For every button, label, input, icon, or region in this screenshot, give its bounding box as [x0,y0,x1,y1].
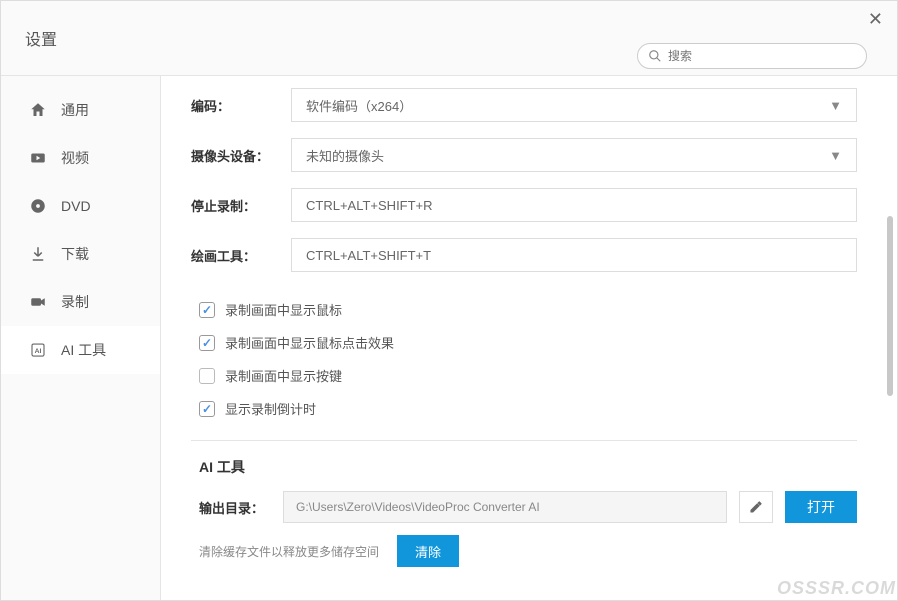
sidebar-item-general[interactable]: 通用 [1,86,160,134]
output-dir-label: 输出目录： [191,498,271,517]
output-dir-path: G:\Users\Zero\Videos\VideoProc Converter… [283,491,727,523]
sidebar-item-label: 下载 [61,244,89,264]
clear-button[interactable]: 清除 [397,535,459,567]
sidebar-item-label: 通用 [61,100,89,120]
sidebar-item-ai-tools[interactable]: AI AI 工具 [1,326,160,374]
camera-dropdown[interactable]: 未知的摄像头 ▼ [291,138,857,172]
camera-value: 未知的摄像头 [306,146,384,165]
search-icon [648,49,662,63]
close-icon[interactable]: ✕ [868,9,883,30]
search-input[interactable] [668,49,856,63]
draw-tool-label: 绘画工具： [191,246,291,265]
chevron-down-icon: ▼ [829,98,842,113]
sidebar-item-download[interactable]: 下载 [1,230,160,278]
chevron-down-icon: ▼ [829,148,842,163]
draw-tool-input[interactable] [291,238,857,272]
checkbox-icon [199,368,215,384]
home-icon [29,101,47,119]
clear-cache-text: 清除缓存文件以释放更多储存空间 [199,543,379,560]
ai-section-title: AI 工具 [191,457,857,477]
check-label: 录制画面中显示鼠标 [225,300,342,319]
pencil-icon [749,500,763,514]
open-button[interactable]: 打开 [785,491,857,523]
encoder-dropdown[interactable]: 软件编码（x264） ▼ [291,88,857,122]
ai-icon: AI [29,341,47,359]
camera-label: 摄像头设备： [191,146,291,165]
encoder-value: 软件编码（x264） [306,96,412,115]
svg-text:AI: AI [35,348,42,355]
check-label: 录制画面中显示按键 [225,366,342,385]
sidebar-item-label: AI 工具 [61,340,106,360]
edit-path-button[interactable] [739,491,773,523]
sidebar-item-record[interactable]: 录制 [1,278,160,326]
divider [191,440,857,441]
search-box[interactable] [637,43,867,69]
checkbox-icon [199,302,215,318]
content-panel: 编码： 软件编码（x264） ▼ 摄像头设备： 未知的摄像头 ▼ 停止录制： 绘… [161,76,897,600]
page-title: 设置 [25,26,57,50]
video-icon [29,149,47,167]
check-label: 录制画面中显示鼠标点击效果 [225,333,394,352]
checkbox-icon [199,401,215,417]
check-show-click[interactable]: 录制画面中显示鼠标点击效果 [199,333,857,352]
camera-icon [29,293,47,311]
sidebar-item-video[interactable]: 视频 [1,134,160,182]
encoder-label: 编码： [191,96,291,115]
sidebar-item-dvd[interactable]: DVD [1,182,160,230]
sidebar: 通用 视频 DVD 下载 录制 AI AI 工具 [1,76,161,600]
check-label: 显示录制倒计时 [225,399,316,418]
sidebar-item-label: 视频 [61,148,89,168]
stop-record-input[interactable] [291,188,857,222]
scrollbar-thumb[interactable] [887,216,893,396]
disc-icon [29,197,47,215]
sidebar-item-label: 录制 [61,292,89,312]
check-show-cursor[interactable]: 录制画面中显示鼠标 [199,300,857,319]
check-show-countdown[interactable]: 显示录制倒计时 [199,399,857,418]
check-show-keys[interactable]: 录制画面中显示按键 [199,366,857,385]
stop-record-label: 停止录制： [191,196,291,215]
sidebar-item-label: DVD [61,198,91,214]
scrollbar[interactable] [887,76,893,600]
checkbox-icon [199,335,215,351]
download-icon [29,245,47,263]
